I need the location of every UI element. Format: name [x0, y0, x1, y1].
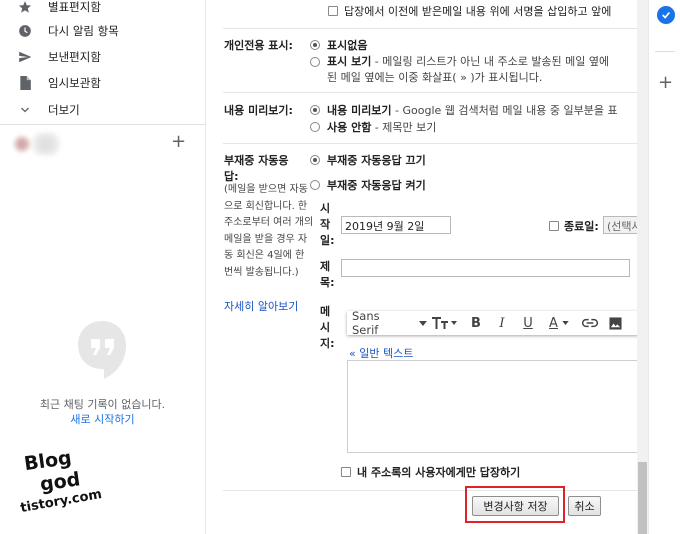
- subject-label: 제 목:: [320, 260, 335, 289]
- sidebar-divider: [0, 124, 205, 125]
- sidebar-item-label: 더보기: [48, 103, 80, 117]
- add-chat-button[interactable]: +: [171, 132, 186, 152]
- vacation-off-radio[interactable]: [310, 155, 320, 165]
- snippets-off-description: - 제목만 보기: [371, 121, 437, 134]
- sidebar-item-starred[interactable]: 별표편지함: [0, 0, 205, 20]
- message-label: 메 시 지:: [320, 305, 335, 350]
- settings-panel: 답장에서 이전에 받은메일 내용 위에 서명을 삽입하고 앞에 개인전용 표시:…: [205, 0, 637, 534]
- font-family-select[interactable]: Sans Serif: [347, 309, 427, 337]
- indicators-on-description: - 메일링 리스트가 아닌 내 주소로 발송된 메일 옆에: [371, 55, 610, 68]
- hangouts-icon: [76, 319, 128, 381]
- vacation-label: 부재중 자동응: [224, 154, 289, 167]
- start-date-input[interactable]: 2019년 9월 2일: [341, 216, 451, 234]
- vacation-note: (메일을 받으면 자동으로 회신합니다. 한 주소로부터 여러 개의 메일을 받…: [224, 184, 314, 278]
- indicators-off-radio[interactable]: [310, 40, 320, 50]
- start-date-label: 시 작 일:: [320, 202, 335, 247]
- formatting-toolbar: Sans Serif B I U A: [347, 309, 637, 337]
- snippets-off-radio[interactable]: [310, 122, 320, 132]
- message-editor[interactable]: [347, 360, 637, 453]
- sidebar-item-sent[interactable]: 보낸편지함: [0, 44, 205, 70]
- link-button[interactable]: [577, 311, 603, 335]
- bold-button[interactable]: B: [463, 311, 489, 335]
- end-date-checkbox[interactable]: [549, 221, 559, 231]
- sidebar-item-label: 별표편지함: [48, 0, 101, 14]
- insert-image-button[interactable]: [603, 311, 627, 335]
- vacation-on-label: 부재중 자동응답 켜기: [327, 179, 426, 192]
- indicators-on-radio[interactable]: [310, 57, 320, 67]
- snippets-on-label: 내용 미리보기: [327, 104, 392, 117]
- snippets-label: 내용 미리보기:: [224, 104, 293, 117]
- clock-icon: [17, 23, 33, 39]
- vacation-off-label: 부재중 자동응답 끄기: [327, 154, 426, 167]
- sidebar-item-label: 보낸편지함: [48, 50, 101, 64]
- indicators-on-description-2: 된 메일 옆에는 이중 화살표( » )가 표시됩니다.: [327, 71, 543, 84]
- scrollbar-thumb[interactable]: [638, 462, 647, 534]
- italic-icon: I: [499, 315, 505, 331]
- tasks-icon[interactable]: [657, 6, 675, 24]
- indicators-off-label: 표시없음: [327, 39, 368, 52]
- link-icon: [582, 318, 598, 328]
- sidebar-item-label: 임시보관함: [48, 76, 101, 90]
- chat-empty-text: 최근 채팅 기록이 없습니다.: [39, 398, 166, 411]
- add-addon-button[interactable]: +: [658, 74, 673, 92]
- plain-text-link[interactable]: « 일반 텍스트: [349, 345, 413, 361]
- subject-input[interactable]: [341, 259, 630, 277]
- dropdown-arrow-icon: [419, 320, 427, 326]
- sidebar-item-snoozed[interactable]: 다시 알림 항목: [0, 18, 205, 44]
- section-divider: [223, 92, 637, 93]
- scrollbar-track[interactable]: [637, 0, 648, 534]
- star-icon: [17, 0, 33, 15]
- personal-indicators-label: 개인전용 표시:: [224, 39, 293, 52]
- avatar[interactable]: [12, 133, 74, 155]
- contacts-only-checkbox[interactable]: [341, 467, 351, 477]
- end-date-input[interactable]: (선택사항): [603, 216, 637, 234]
- dropdown-arrow-icon: [562, 321, 569, 325]
- contacts-only-label: 내 주소록의 사용자에게만 답장하기: [357, 466, 521, 479]
- underline-button[interactable]: U: [515, 311, 541, 335]
- section-divider: [223, 143, 637, 144]
- sidebar-item-drafts[interactable]: 임시보관함: [0, 70, 205, 96]
- file-icon: [17, 75, 33, 91]
- vacation-on-radio[interactable]: [310, 180, 320, 190]
- side-panel-divider: [655, 51, 675, 52]
- side-panel: +: [648, 0, 680, 534]
- section-divider: [223, 28, 637, 29]
- sidebar-item-more[interactable]: 더보기: [0, 97, 205, 123]
- snippets-on-description: - Google 웹 검색처럼 메일 내용 중 일부분을 표: [391, 104, 618, 117]
- text-size-icon: [432, 317, 457, 329]
- signature-position-checkbox[interactable]: [328, 6, 338, 16]
- watermark-logo: Blog god tistory.com: [19, 446, 104, 517]
- sidebar-item-label: 다시 알림 항목: [48, 24, 119, 38]
- image-icon: [608, 316, 622, 330]
- italic-button[interactable]: I: [489, 311, 515, 335]
- section-divider: [223, 490, 637, 491]
- cancel-button[interactable]: 취소: [568, 496, 601, 516]
- bold-icon: B: [471, 315, 481, 331]
- indicators-on-label: 표시 보기: [327, 55, 372, 68]
- underline-icon: U: [523, 315, 533, 331]
- text-color-button[interactable]: A: [541, 311, 577, 335]
- learn-more-link[interactable]: 자세히 알아보기: [224, 298, 298, 314]
- snippets-off-label: 사용 안함: [327, 121, 372, 134]
- text-color-icon: A: [549, 315, 558, 331]
- snippets-on-radio[interactable]: [310, 105, 320, 115]
- font-size-button[interactable]: [427, 311, 463, 335]
- end-date-label: 종료일:: [564, 220, 599, 233]
- sidebar: 별표편지함 다시 알림 항목 보낸편지함 임시보관함 더보기 + 최근 채팅 기…: [0, 0, 205, 534]
- signature-position-label: 답장에서 이전에 받은메일 내용 위에 서명을 삽입하고 앞에: [344, 5, 612, 18]
- send-icon: [17, 49, 33, 65]
- save-changes-button[interactable]: 변경사항 저장: [472, 496, 559, 516]
- start-chat-link[interactable]: 새로 시작하기: [0, 411, 205, 427]
- chevron-down-icon: [17, 102, 33, 118]
